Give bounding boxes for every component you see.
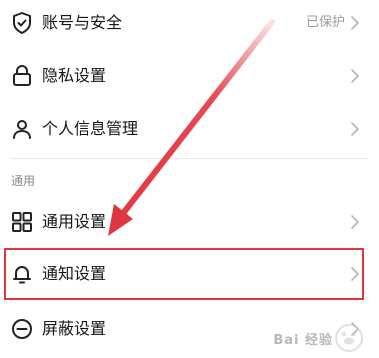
settings-row-label: 隐私设置 [42, 66, 107, 85]
settings-row-label: 个人信息管理 [42, 119, 139, 138]
chevron-right-icon [349, 68, 361, 84]
status-text: 已保护 [305, 15, 345, 30]
section-title-general: 通用 [11, 174, 36, 188]
shield-check-icon [10, 11, 34, 35]
settings-row-label: 通用设置 [42, 212, 107, 231]
chevron-right-icon [349, 214, 361, 230]
grid-icon [10, 210, 34, 234]
block-icon [10, 317, 34, 341]
chevron-right-icon [349, 15, 361, 31]
settings-row-label: 屏蔽设置 [42, 319, 107, 338]
divider [10, 158, 369, 159]
settings-row-personal-info[interactable]: 个人信息管理 [0, 104, 379, 154]
lock-icon [10, 64, 34, 88]
settings-row-account-security[interactable]: 账号与安全 已保护 [0, 0, 379, 50]
settings-row-label: 账号与安全 [42, 13, 123, 32]
chevron-right-icon [349, 121, 361, 137]
highlight-box [4, 248, 364, 300]
settings-row-privacy[interactable]: 隐私设置 [0, 52, 379, 102]
watermark-text: Bai 经验 [273, 333, 333, 348]
person-icon [10, 117, 34, 141]
settings-row-general[interactable]: 通用设置 [0, 197, 379, 247]
